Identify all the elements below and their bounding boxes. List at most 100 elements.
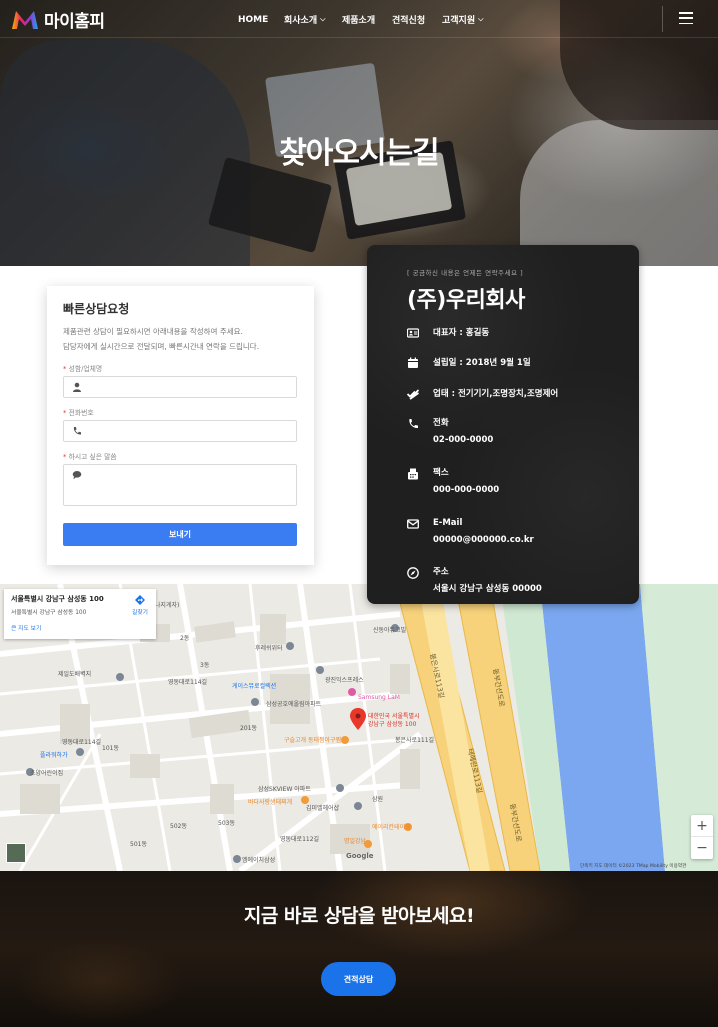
map-attribution: 단축키 지도 데이터 ©2023 TMap Mobility 이용약관 (580, 864, 687, 869)
phone-icon (409, 419, 418, 429)
map-road-label: 영동대로112길 (280, 835, 319, 843)
form-title: 빠른상담요청 (63, 302, 130, 316)
map-building-label: 3동 (200, 662, 210, 669)
id-card-icon (407, 328, 419, 338)
map-place-label: 에이리칸테이블 (372, 823, 411, 831)
map-building-label: 201동 (240, 725, 257, 732)
map-place-label: 광진익스프레스 (325, 676, 364, 684)
company-name: (주)우리회사 (407, 288, 525, 313)
user-icon (73, 382, 81, 392)
phone-icon (73, 427, 81, 435)
fax-value: 000-000-0000 (433, 485, 500, 495)
directions-icon (135, 595, 145, 605)
menu-products-label: 제품소개 (342, 16, 376, 26)
page-title: 찾아오시는길 (279, 136, 440, 171)
map-place-label: 플라워하가 (40, 751, 68, 759)
company-phone: 전화 02-000-0000 (433, 415, 493, 449)
menu-estimate-label: 견적신청 (392, 16, 426, 26)
map-info-address-sub: 서울특별시 강남구 삼성동 100 (11, 610, 87, 616)
company-fax: 팩스 000-000-0000 (433, 465, 499, 499)
bigger-map-link[interactable]: 큰 지도 보기 (11, 623, 149, 632)
map-info-address: 서울특별시 강남구 삼성동 100 (11, 595, 104, 603)
logo-m-icon (12, 10, 38, 29)
map-place-label: 제일도배벽지 (58, 670, 91, 678)
quick-consult-form: 빠른상담요청 제품관련 상담이 필요하시면 아래내용을 작성하여 주세요. 담당… (47, 286, 314, 565)
message-field-label: * 하시고 싶은 말씀 (63, 453, 117, 461)
address-label: 주소 (433, 567, 449, 577)
map-place-label: 김미엘헤어샵 (306, 804, 340, 812)
top-navigation: 마이홈피 HOME 회사소개 ⌵ 제품소개 견적신청 고객지원 ⌵ (0, 0, 718, 38)
message-textarea[interactable] (63, 464, 297, 506)
phone-label: 전화 (433, 418, 449, 428)
hero-banner: 마이홈피 HOME 회사소개 ⌵ 제품소개 견적신청 고객지원 ⌵ 찾아오시는길 (0, 0, 718, 266)
estimate-consult-button[interactable]: 견적상담 (321, 962, 396, 996)
map-building-label: 101동 (102, 745, 119, 752)
zoom-out-button[interactable]: − (691, 837, 713, 859)
main-menu: HOME 회사소개 ⌵ 제품소개 견적신청 고객지원 ⌵ (238, 13, 502, 27)
email-value[interactable]: 00000@000000.co.kr (433, 532, 534, 549)
phone-label-text: 전화번호 (68, 409, 94, 417)
map-building-label: 삼원 (372, 795, 383, 803)
company-email: E-Mail 00000@000000.co.kr (433, 515, 534, 549)
phone-field[interactable] (63, 420, 297, 442)
compass-icon (407, 567, 419, 579)
address-value: 서울시 강남구 삼성동 00000 (433, 584, 542, 594)
company-address: 주소 서울시 강남구 삼성동 00000 (433, 564, 542, 598)
menu-products[interactable]: 제품소개 (342, 13, 392, 26)
company-info-card: [ 궁금하신 내용은 언제든 연락주세요 ] (주)우리회사 대표자 : 홍길동… (367, 245, 639, 604)
phone-value: 02-000-0000 (433, 435, 494, 445)
menu-company-label: 회사소개 (284, 16, 318, 26)
menu-company[interactable]: 회사소개 ⌵ (284, 13, 342, 26)
email-label: E-Mail (433, 518, 463, 528)
fax-icon (408, 468, 418, 480)
map-road-label: 봉은사로111길 (395, 736, 434, 744)
name-field[interactable] (63, 376, 297, 398)
hamburger-icon[interactable] (679, 12, 693, 24)
menu-support[interactable]: 고객지원 ⌵ (442, 13, 502, 26)
map-road-label: 영동대로114길 (62, 738, 101, 746)
cta-title: 지금 바로 상담을 받아보세요! (243, 905, 475, 927)
map-place-label: 후레쉬위터 (255, 644, 283, 652)
map-place-label: 구슬고개 동태찜아구찜 (284, 736, 341, 744)
menu-home-label: HOME (238, 14, 269, 25)
company-business: 업태 : 전기기기,조명장치,조명제어 (433, 389, 559, 399)
name-field-label: * 성함/업체명 (63, 365, 103, 373)
map-building-label: 503동 (218, 820, 235, 827)
directions-button[interactable]: 길찾기 (132, 595, 148, 616)
map-place-label: 조양어린이집 (30, 769, 63, 777)
map-road-label: 영동대로114길 (168, 678, 207, 686)
map-marker-label: 강남구 삼성동 100 (368, 720, 417, 728)
company-founded: 설립일 : 2018년 9월 1일 (433, 358, 531, 368)
map-building-label: 2동 (180, 635, 190, 642)
map-building-label: 502동 (170, 823, 187, 830)
map-place-label: Samsung LaM (358, 694, 400, 701)
calendar-icon (408, 357, 418, 368)
menu-estimate[interactable]: 견적신청 (392, 13, 442, 26)
company-tagline: [ 궁금하신 내용은 언제든 연락주세요 ] (407, 269, 524, 277)
map-place-label: 신동아듀크빌 (373, 626, 406, 634)
map-place-label: 바다사랑생태찌개 (248, 798, 292, 806)
zoom-in-button[interactable]: + (691, 815, 713, 837)
name-label-text: 성함/업체명 (68, 365, 103, 373)
logo[interactable]: 마이홈피 (10, 7, 105, 32)
phone-field-label: * 전화번호 (63, 409, 94, 417)
map-place-label: 명일강남 (344, 837, 367, 845)
menu-support-label: 고객지원 (442, 16, 476, 26)
form-desc-line: 제품관련 상담이 필요하시면 아래내용을 작성하여 주세요. (63, 327, 243, 336)
map-place-label: 삼성SKVIEW 아파트 (258, 785, 311, 793)
cta-section: 지금 바로 상담을 받아보세요! 견적상담 (0, 871, 718, 1027)
nav-divider (662, 6, 663, 32)
map-place-label: 삼성공호에올림아파트 (266, 700, 322, 708)
company-ceo: 대표자 : 홍길동 (433, 328, 490, 338)
submit-button[interactable]: 보내기 (63, 523, 297, 546)
satellite-toggle[interactable] (6, 843, 26, 863)
chevron-down-icon: ⌵ (320, 15, 326, 23)
chevron-down-icon: ⌵ (478, 15, 484, 23)
menu-home[interactable]: HOME (238, 13, 284, 26)
map-place-label: 엠에이치삼성 (242, 856, 275, 864)
directions-label: 길찾기 (132, 610, 148, 616)
message-label-text: 하시고 싶은 말씀 (68, 453, 117, 461)
logo-text: 마이홈피 (44, 12, 105, 32)
map-marker-icon (350, 708, 366, 730)
double-check-icon (407, 389, 419, 400)
